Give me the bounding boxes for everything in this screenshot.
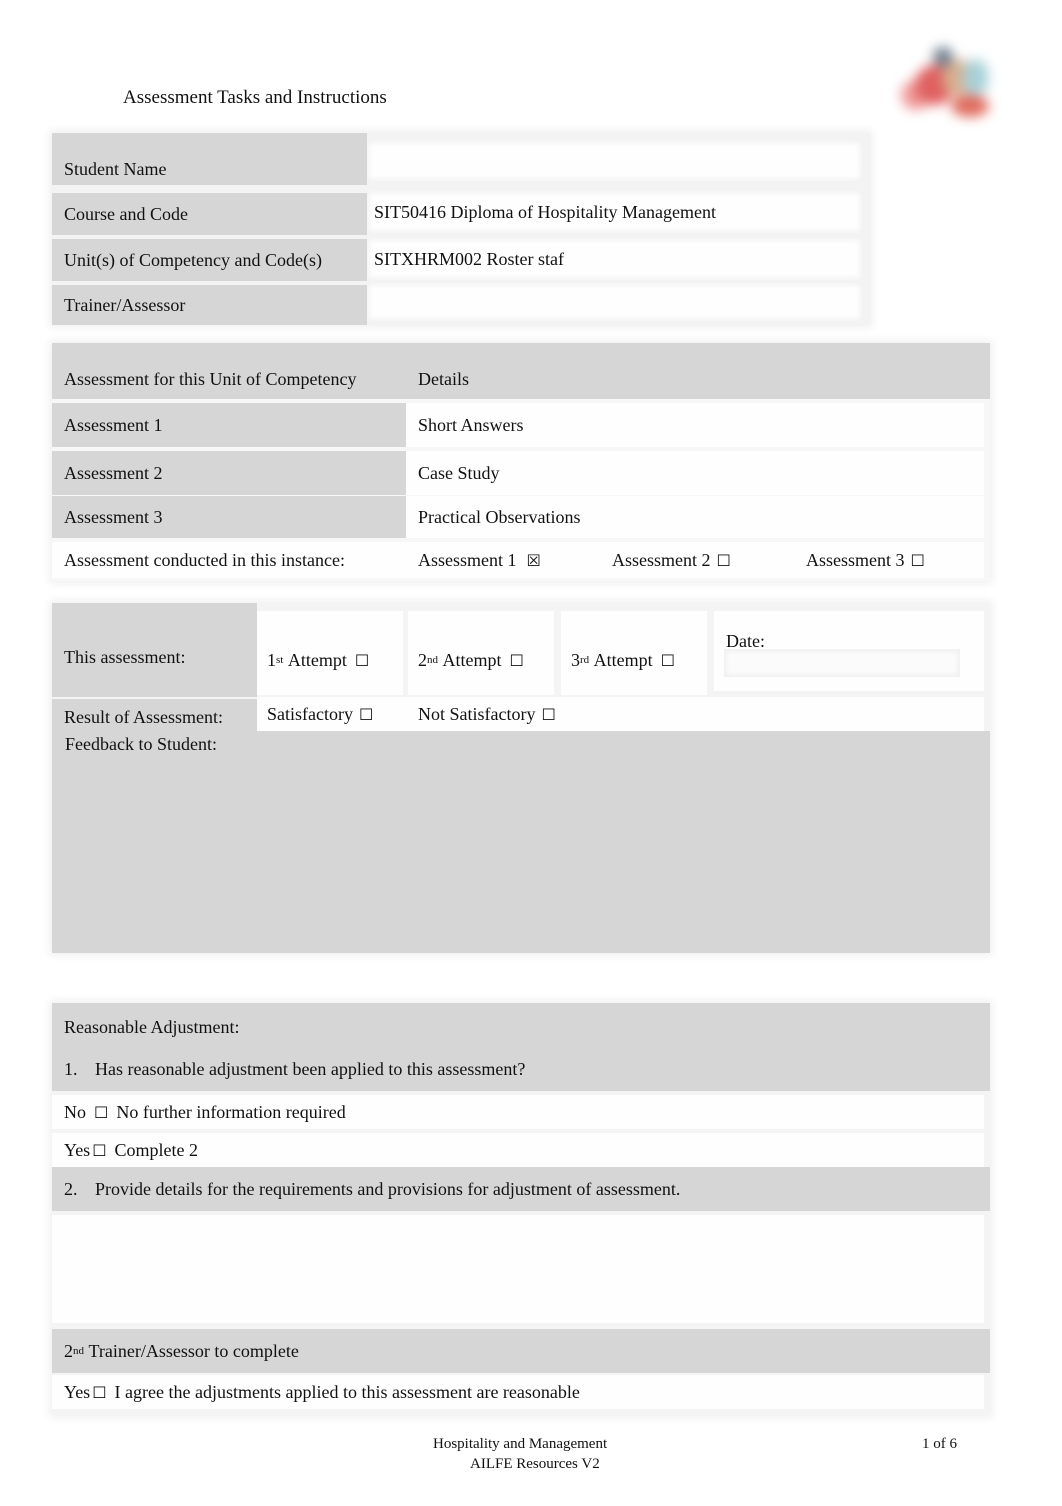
attempt-2-option[interactable]: 2nd Attempt ☐: [408, 611, 554, 695]
checkbox-icon[interactable]: ☐: [355, 651, 369, 670]
attempt-result-table: This assessment: 1st Attempt ☐ 2nd Attemp…: [52, 603, 990, 953]
feedback-label: Feedback to Student:: [65, 734, 217, 754]
assessment-2-details: Case Study: [406, 451, 984, 495]
result-label: Result of Assessment:: [52, 699, 257, 735]
not-satisfactory-option[interactable]: Not Satisfactory ☐: [418, 704, 556, 725]
checkbox-icon[interactable]: ☐: [661, 651, 675, 670]
unit-code-label: Unit(s) of Competency and Code(s): [52, 239, 367, 281]
organisation-logo: [893, 45, 998, 125]
page-number: 1 of 6: [922, 1436, 957, 1452]
result-options-row: Satisfactory ☐ Not Satisfactory ☐: [257, 697, 984, 731]
assessment-header-row: Assessment for this Unit of Competency D…: [52, 343, 990, 399]
footer-line-2: AILFE Resources V2: [470, 1456, 600, 1472]
assessment-conducted-label: Assessment conducted in this instance:: [64, 549, 345, 570]
ra-title: Reasonable Adjustment:: [52, 1003, 990, 1047]
trainer-assessor-label: Trainer/Assessor: [52, 285, 367, 325]
assessment-2-label: Assessment 2: [52, 451, 406, 495]
trainer-assessor-field[interactable]: [367, 283, 862, 321]
checkbox-icon[interactable]: ☐: [359, 705, 373, 724]
assessment-header-label: Assessment for this Unit of Competency: [64, 368, 357, 389]
assessment-3-details: Practical Observations: [406, 496, 984, 538]
ra-yes-option[interactable]: Yes ☐ Complete 2: [52, 1133, 984, 1167]
student-name-label: Student Name: [52, 133, 367, 185]
attempt-3-option[interactable]: 3rd Attempt ☐: [561, 611, 707, 695]
checkbox-icon[interactable]: ☐: [541, 705, 555, 724]
checkbox-icon[interactable]: ☐: [92, 1383, 106, 1402]
student-info-table: Student Name Course and Code SIT50416 Di…: [52, 133, 870, 325]
checkbox-icon[interactable]: ☐: [717, 551, 731, 570]
assessments-table: Assessment for this Unit of Competency D…: [52, 343, 990, 581]
ra-no-option[interactable]: No ☐ No further information required: [52, 1095, 984, 1129]
satisfactory-option[interactable]: Satisfactory ☐: [267, 704, 418, 725]
ra-details-field[interactable]: [52, 1215, 984, 1323]
conducted-option-3[interactable]: Assessment 3 ☐: [806, 550, 925, 571]
feedback-area[interactable]: [52, 731, 990, 953]
attempt-label: This assessment:: [52, 603, 257, 697]
assessment-1-details: Short Answers: [406, 403, 984, 447]
footer-line-1: Hospitality and Management: [433, 1436, 608, 1452]
ra-question-1: 1. Has reasonable adjustment been applied…: [52, 1047, 990, 1091]
conducted-option-1[interactable]: Assessment 1 ☒: [418, 550, 612, 571]
ra-question-2: 2. Provide details for the requirements a…: [52, 1167, 990, 1211]
attempt-1-option[interactable]: 1st Attempt ☐: [257, 611, 403, 695]
checkbox-checked-icon[interactable]: ☒: [527, 551, 541, 570]
checkbox-icon[interactable]: ☐: [911, 551, 925, 570]
date-field[interactable]: [724, 649, 960, 677]
checkbox-icon[interactable]: ☐: [92, 1141, 106, 1160]
page-title: Assessment Tasks and Instructions: [123, 87, 387, 108]
assessment-header-details: Details: [418, 368, 469, 389]
ra-second-assessor-title: 2nd Trainer/Assessor to complete: [52, 1329, 990, 1373]
student-name-field[interactable]: [367, 141, 862, 181]
assessment-3-label: Assessment 3: [52, 496, 406, 538]
checkbox-icon[interactable]: ☐: [510, 651, 524, 670]
reasonable-adjustment-table: Reasonable Adjustment: 1. Has reasonable …: [52, 1003, 990, 1415]
ra-agree-option[interactable]: Yes ☐ I agree the adjustments applied to t…: [52, 1375, 984, 1409]
checkbox-icon[interactable]: ☐: [94, 1103, 108, 1122]
assessment-1-label: Assessment 1: [52, 403, 406, 447]
unit-code-value[interactable]: SITXHRM002 Roster staf: [367, 238, 862, 280]
course-code-value[interactable]: SIT50416 Diploma of Hospitality Manageme…: [367, 191, 862, 233]
assessment-conducted-row: Assessment conducted in this instance: A…: [52, 542, 984, 578]
course-code-label: Course and Code: [52, 193, 367, 235]
conducted-option-2[interactable]: Assessment 2 ☐: [612, 550, 806, 571]
